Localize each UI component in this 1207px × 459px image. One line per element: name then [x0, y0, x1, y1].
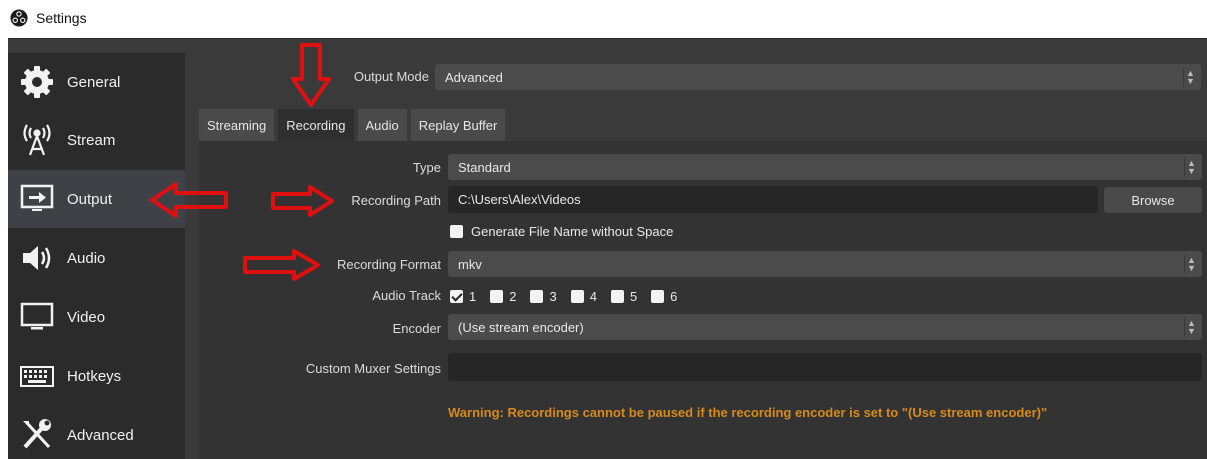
tab-label: Streaming: [207, 117, 267, 133]
annotation-arrow-left: [150, 182, 228, 218]
annotation-arrow-recording-path: [271, 185, 334, 217]
browse-button[interactable]: Browse: [1104, 187, 1202, 213]
tab-label: Recording: [286, 117, 346, 133]
tab-audio[interactable]: Audio: [357, 109, 407, 141]
track-number: 3: [549, 289, 557, 304]
track-number: 1: [469, 289, 477, 304]
speaker-icon: [17, 238, 57, 278]
track-number: 5: [629, 289, 638, 304]
track-checkbox[interactable]: [610, 290, 624, 303]
encoder-value: (Use stream encoder): [458, 319, 584, 335]
recording-path-value: C:\Users\Alex\Videos: [458, 192, 581, 207]
track-number: 2: [509, 289, 517, 304]
sidebar-item-audio[interactable]: Audio: [8, 229, 185, 287]
encoder-select[interactable]: (Use stream encoder) ▲ ▼: [448, 314, 1202, 340]
antenna-icon: [17, 120, 57, 160]
sidebar-item-stream[interactable]: Stream: [8, 111, 185, 169]
sidebar-item-video[interactable]: Video: [8, 288, 185, 346]
output-panel: Output Mode Advanced ▲ ▼ Streaming Record…: [191, 39, 1207, 459]
generate-name-row: Generate File Name without Space: [450, 224, 673, 239]
audio-track-4[interactable]: 4: [570, 289, 597, 304]
monitor-icon: [17, 297, 57, 337]
audio-track-5[interactable]: 5: [610, 289, 638, 304]
tab-streaming[interactable]: Streaming: [199, 109, 275, 141]
sidebar-item-label: Audio: [67, 249, 106, 267]
recording-path-field[interactable]: C:\Users\Alex\Videos: [448, 186, 1098, 213]
settings-window: General Stream Output Audio Video Hotkey…: [8, 38, 1207, 459]
sidebar-item-label: Hotkeys: [67, 367, 122, 385]
tab-replay-buffer[interactable]: Replay Buffer: [410, 109, 506, 141]
track-checkbox[interactable]: [450, 290, 463, 303]
sidebar-item-label: Video: [67, 308, 106, 326]
custom-muxer-field[interactable]: [448, 353, 1202, 381]
annotation-arrow-recording-format: [243, 249, 320, 281]
output-mode-select[interactable]: Advanced ▲ ▼: [435, 64, 1201, 90]
sidebar-item-advanced[interactable]: Advanced: [8, 406, 185, 459]
output-monitor-icon: [17, 179, 57, 219]
track-number: 4: [589, 289, 597, 304]
settings-sidebar: General Stream Output Audio Video Hotkey…: [8, 53, 185, 459]
tab-label: Audio: [365, 117, 399, 133]
tools-icon: [17, 415, 57, 455]
recording-settings: Type Standard ▲ ▼ Recording Path C:\Users…: [199, 141, 1207, 459]
track-number: 6: [670, 289, 678, 304]
audio-track-1[interactable]: 1: [450, 289, 476, 304]
track-checkbox[interactable]: [490, 290, 504, 303]
sidebar-item-hotkeys[interactable]: Hotkeys: [8, 347, 185, 405]
generate-name-label: Generate File Name without Space: [471, 224, 674, 239]
recording-format-value: mkv: [458, 256, 482, 272]
spin-arrows-icon: ▲ ▼: [1184, 157, 1198, 177]
type-value: Standard: [458, 159, 511, 175]
keyboard-icon: [17, 356, 57, 396]
output-mode-value: Advanced: [445, 69, 503, 85]
encoder-label: Encoder: [392, 321, 441, 336]
audio-track-row: 1 2 3 4 5 6: [450, 289, 691, 304]
obs-logo-icon: [10, 9, 28, 27]
gear-icon: [17, 62, 57, 102]
sidebar-item-label: General: [67, 73, 121, 91]
tab-label: Replay Buffer: [418, 117, 498, 133]
spin-arrows-icon: ▲ ▼: [1184, 317, 1198, 337]
sidebar-item-label: Advanced: [67, 426, 134, 444]
warning-text: Warning: Recordings cannot be paused if …: [448, 405, 1048, 420]
annotation-arrow-down: [291, 43, 331, 107]
sidebar-item-general[interactable]: General: [8, 53, 185, 111]
spin-arrows-icon: ▲ ▼: [1183, 67, 1197, 87]
track-checkbox[interactable]: [570, 290, 584, 303]
track-checkbox[interactable]: [651, 290, 665, 303]
tab-recording[interactable]: Recording: [278, 109, 354, 141]
output-tabs: Streaming Recording Audio Replay Buffer: [199, 109, 509, 141]
browse-label: Browse: [1131, 192, 1175, 208]
custom-muxer-label: Custom Muxer Settings: [305, 361, 441, 376]
generate-name-checkbox[interactable]: [450, 225, 463, 238]
sidebar-item-label: Output: [67, 190, 113, 208]
type-select[interactable]: Standard ▲ ▼: [448, 154, 1202, 180]
audio-track-6[interactable]: 6: [651, 289, 677, 304]
type-label: Type: [412, 160, 441, 175]
window-title: Settings: [36, 10, 87, 26]
audio-track-label: Audio Track: [372, 288, 441, 303]
audio-track-3[interactable]: 3: [530, 289, 557, 304]
recording-format-select[interactable]: mkv ▲ ▼: [448, 251, 1202, 277]
title-bar: Settings: [0, 0, 1207, 36]
audio-track-2[interactable]: 2: [490, 289, 516, 304]
track-checkbox[interactable]: [530, 290, 544, 303]
spin-arrows-icon: ▲ ▼: [1184, 254, 1198, 274]
sidebar-item-label: Stream: [67, 131, 116, 149]
